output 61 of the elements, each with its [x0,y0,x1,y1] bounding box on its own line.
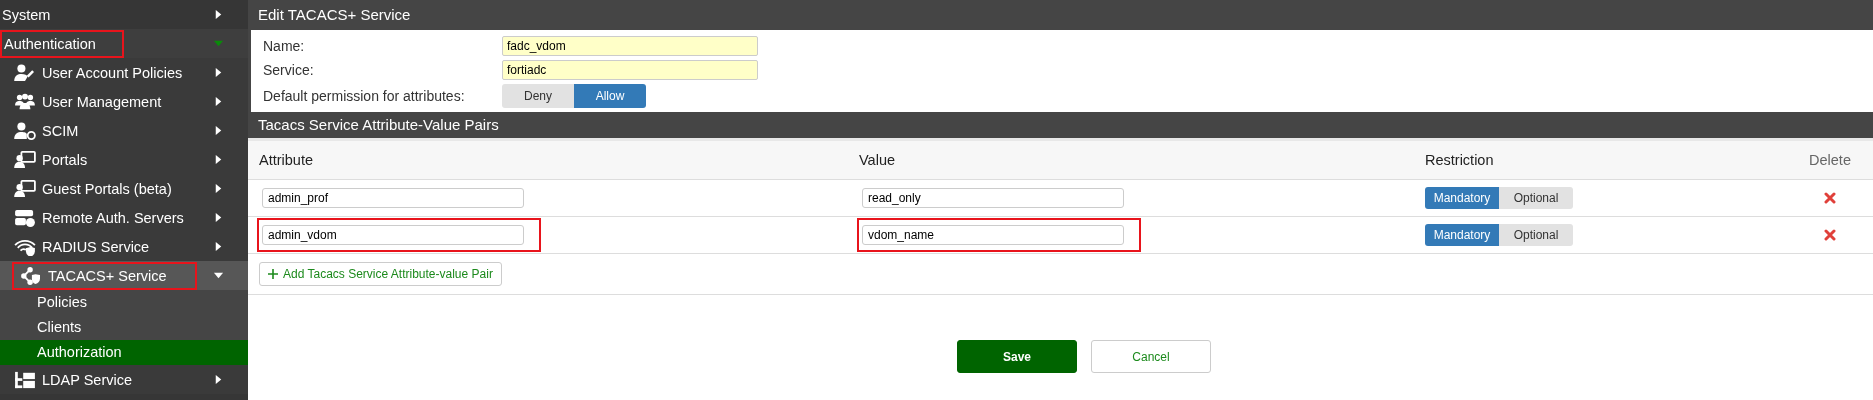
sidebar-item[interactable]: User Management [0,87,248,116]
folder-tree-icon [14,370,36,389]
toggle-option[interactable]: Deny [502,84,574,108]
caret-right-icon [213,212,224,223]
sidebar-item[interactable]: SCIM [0,116,248,145]
text-field[interactable]: read_only [862,188,1124,208]
panel-header: Edit TACACS+ Service [248,0,1873,30]
field-label: Service: [263,62,315,78]
sidebar-subitem[interactable]: Clients [0,315,248,340]
caret-right-icon [213,241,224,252]
monitor-user-icon [14,150,36,169]
delete-icon[interactable] [1824,229,1836,241]
caret-down-icon [213,270,224,281]
wifi-shield-icon [14,237,36,256]
column-header: Attribute [258,152,314,168]
delete-icon[interactable] [1824,192,1836,204]
caret-right-icon [213,9,224,20]
network-shield-icon [20,266,42,285]
cancel-button[interactable]: Cancel [1091,340,1211,373]
sidebar-item[interactable]: RADIUS Service [0,232,248,261]
column-header: Restriction [1425,152,1495,168]
toggle-option[interactable]: Optional [1499,224,1573,246]
column-header: Delete [1808,152,1852,168]
sidebar-item[interactable]: TACACS+ Service [0,261,248,290]
caret-right-icon [213,96,224,107]
caret-right-icon [213,125,224,136]
caret-down-icon [213,38,224,49]
sidebar-subitem[interactable]: Policies [0,290,248,315]
caret-right-icon [213,374,224,385]
caret-right-icon [213,183,224,194]
caret-right-icon [213,67,224,78]
field-label: Name: [263,38,306,54]
sidebar-item[interactable]: Authentication [0,29,248,58]
sidebar-item[interactable]: Guest Portals (beta) [0,174,248,203]
sidebar-item[interactable]: Remote Auth. Servers [0,203,248,232]
text-field[interactable]: fortiadc [502,60,758,80]
server-icon [14,208,36,227]
plus-icon [268,269,278,279]
text-field[interactable]: admin_vdom [262,225,524,245]
save-button[interactable]: Save [957,340,1077,373]
toggle-option[interactable]: Mandatory [1425,224,1499,246]
caret-right-icon [213,154,224,165]
sidebar-item[interactable]: User Account Policies [0,58,248,87]
sidebar-item[interactable]: LDAP Service [0,365,248,394]
section-header: Tacacs Service Attribute-Value Pairs [248,112,1873,138]
column-header: Value [859,152,896,168]
field-label: Default permission for attributes: [263,88,466,104]
text-field[interactable]: admin_prof [262,188,524,208]
toggle-option[interactable]: Optional [1499,187,1573,209]
sidebar-item[interactable]: Portals [0,145,248,174]
sidebar-subitem[interactable]: Authorization [0,340,248,365]
user-wrench-icon [14,63,36,82]
toggle-option[interactable]: Mandatory [1425,187,1499,209]
text-field[interactable]: vdom_name [862,225,1124,245]
toggle-option[interactable]: Allow [574,84,646,108]
sidebar-item[interactable]: System [0,0,248,29]
monitor-user-icon [14,179,36,198]
users-icon [14,92,36,111]
text-field[interactable]: fadc_vdom [502,36,758,56]
add-pair-button[interactable]: Add Tacacs Service Attribute-value Pair [259,262,502,286]
user-sync-icon [14,121,36,140]
